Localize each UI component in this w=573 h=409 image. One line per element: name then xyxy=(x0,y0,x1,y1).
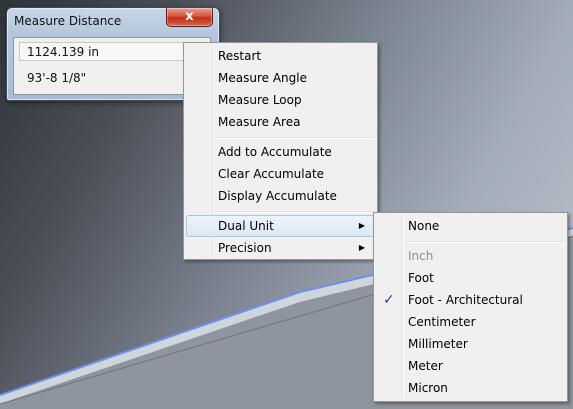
menu-separator xyxy=(214,211,375,213)
menu-item-add-to-accumulate[interactable]: Add to Accumulate xyxy=(186,141,375,163)
submenu-item-inch: Inch xyxy=(408,249,434,263)
menu-item-measure-loop[interactable]: Measure Loop xyxy=(186,89,375,111)
distance-value: 1124.139 in xyxy=(27,45,100,59)
submenu-arrow-icon: ▶ xyxy=(358,243,365,252)
context-menu: Restart Measure Angle Measure Loop Measu… xyxy=(183,42,378,260)
menu-item-dual-unit[interactable]: Dual Unit ▶ xyxy=(186,215,375,237)
submenu-item-micron[interactable]: Micron xyxy=(376,377,565,399)
submenu-item-meter[interactable]: Meter xyxy=(376,355,565,377)
menu-separator xyxy=(404,241,565,243)
submenu-item-foot-architectural[interactable]: ✓ Foot - Architectural xyxy=(376,289,565,311)
measure-panel: 1124.139 in 93'-8 1/8" xyxy=(13,37,211,95)
cad-viewport[interactable]: Measure Distance x 1124.139 in 93'-8 1/8… xyxy=(0,0,573,409)
menu-item-measure-area[interactable]: Measure Area xyxy=(186,111,375,133)
submenu-item-foot[interactable]: Foot xyxy=(376,267,565,289)
submenu-item-millimeter[interactable]: Millimeter xyxy=(376,333,565,355)
menu-separator xyxy=(214,137,375,139)
submenu-item-centimeter[interactable]: Centimeter xyxy=(376,311,565,333)
architectural-distance-value: 93'-8 1/8" xyxy=(27,71,87,85)
menu-item-restart[interactable]: Restart xyxy=(186,45,375,67)
menu-item-clear-accumulate[interactable]: Clear Accumulate xyxy=(186,163,375,185)
dual-unit-submenu: None Inch Foot ✓ Foot - Architectural Ce… xyxy=(373,212,568,402)
menu-item-precision[interactable]: Precision ▶ xyxy=(186,237,375,259)
submenu-arrow-icon: ▶ xyxy=(358,221,365,230)
close-icon: x xyxy=(185,9,194,24)
checkmark-icon: ✓ xyxy=(383,292,395,308)
window-title: Measure Distance xyxy=(14,14,122,28)
distance-value-field[interactable]: 1124.139 in xyxy=(19,42,207,61)
submenu-item-none[interactable]: None xyxy=(376,215,565,237)
menu-item-measure-angle[interactable]: Measure Angle xyxy=(186,67,375,89)
close-button[interactable]: x xyxy=(166,8,213,27)
menu-item-display-accumulate[interactable]: Display Accumulate xyxy=(186,185,375,207)
